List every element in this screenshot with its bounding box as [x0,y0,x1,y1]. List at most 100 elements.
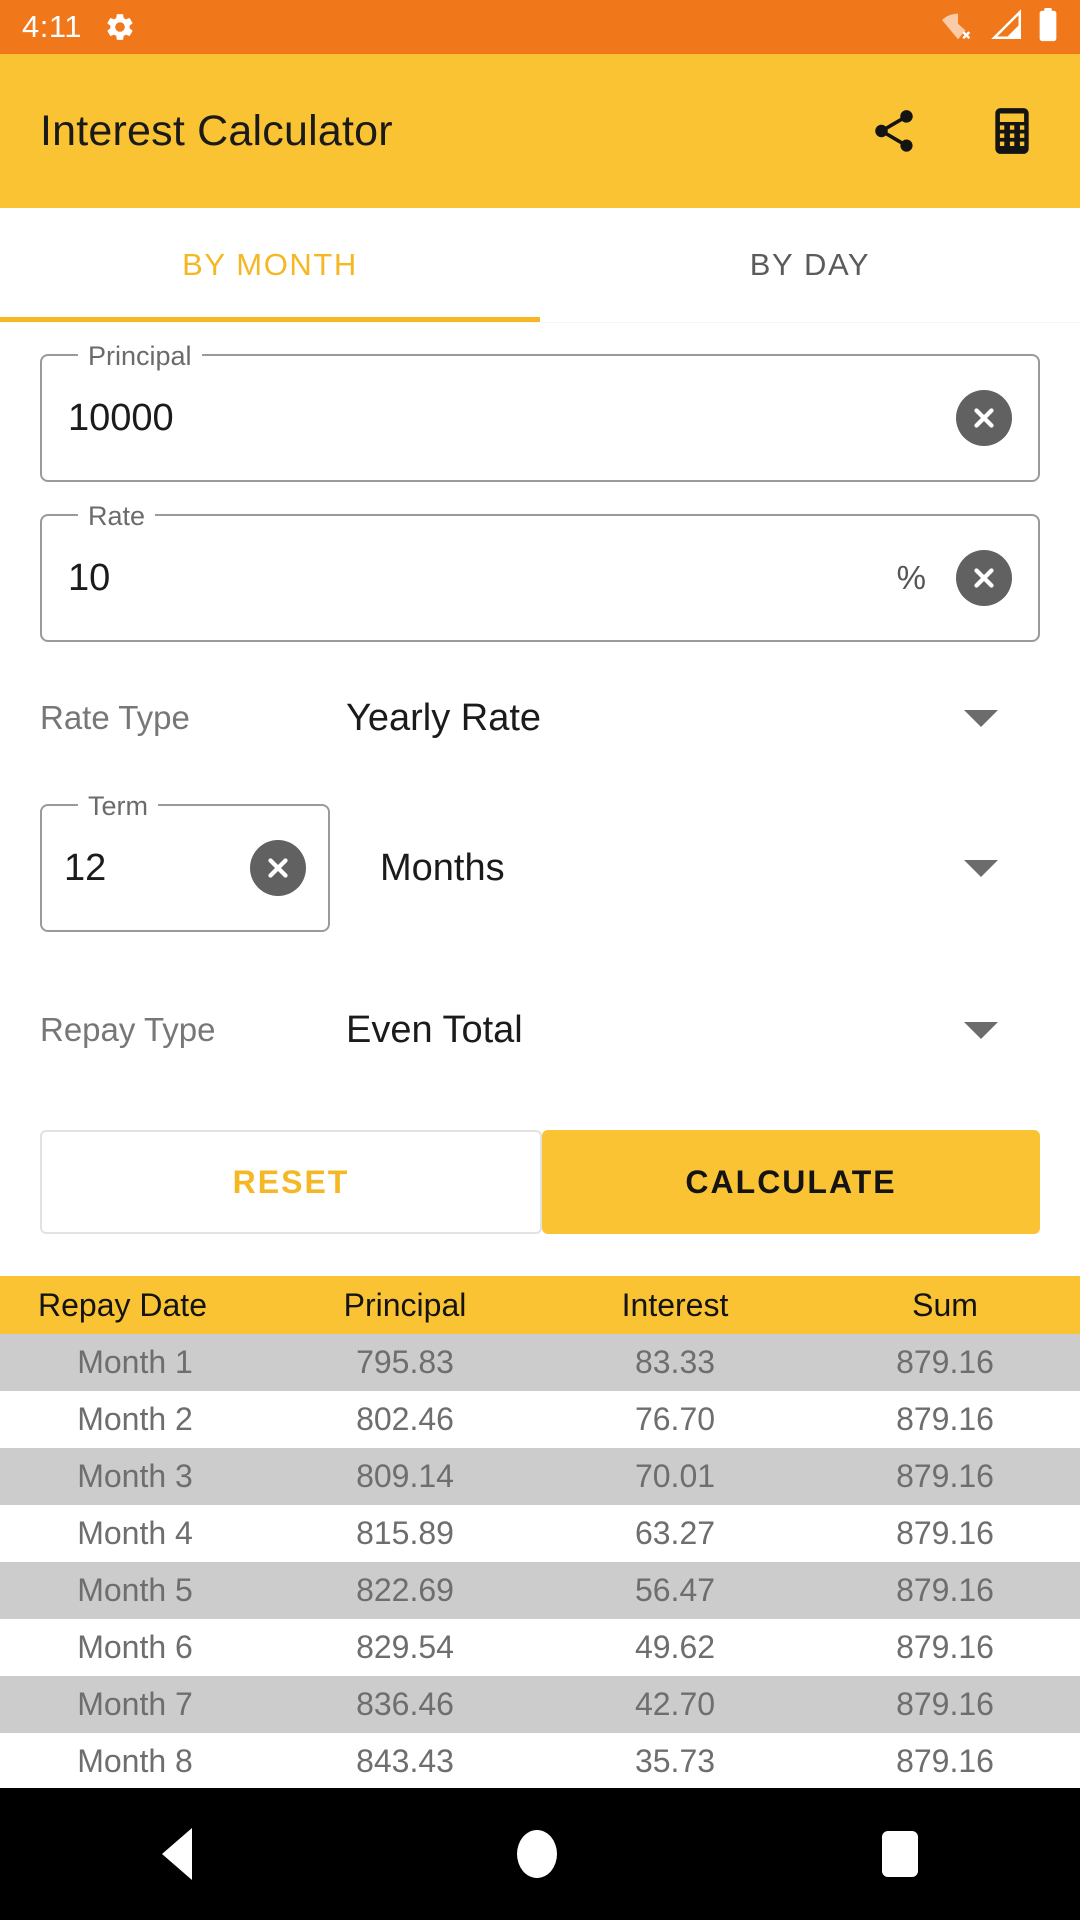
cell-principal: 802.46 [356,1401,454,1437]
tab-by-month[interactable]: BY MONTH [0,208,540,322]
cell-principal: 822.69 [356,1572,454,1608]
principal-value: 10000 [68,396,174,439]
cell-interest: 63.27 [634,1515,716,1551]
cell-repay-date: Month 6 [77,1629,193,1665]
table-header-row: Repay Date Principal Interest Sum [0,1276,1080,1334]
cell-principal: 843.43 [356,1743,454,1779]
gear-icon [104,11,136,43]
term-label: Term [78,791,158,821]
tab-by-month-label: BY MONTH [182,247,358,282]
cell-repay-date: Month 5 [77,1572,193,1608]
cell-interest: 76.70 [634,1401,716,1437]
cell-principal: 829.54 [356,1629,454,1665]
reset-button-label: RESET [232,1163,350,1200]
cell-sum: 879.16 [896,1743,994,1779]
rate-label: Rate [78,501,156,531]
table-row[interactable]: Month 4 815.89 63.27 879.16 [0,1505,1080,1562]
column-header-interest: Interest [621,1286,729,1323]
cell-principal: 809.14 [356,1458,454,1494]
cell-sum: 879.16 [896,1458,994,1494]
table-row[interactable]: Month 7 836.46 42.70 879.16 [0,1676,1080,1733]
term-value: 12 [64,846,107,889]
cell-sum: 879.16 [896,1515,994,1551]
cell-interest: 56.47 [634,1572,716,1608]
recents-square-icon[interactable] [881,1831,918,1877]
cell-sum: 879.16 [896,1629,994,1665]
column-header-repay-date: Repay Date [38,1286,207,1323]
table-row[interactable]: Month 3 809.14 70.01 879.16 [0,1448,1080,1505]
rate-type-row[interactable]: Rate Type Yearly Rate [40,664,1040,772]
cellular-signal-icon [990,8,1024,46]
reset-button[interactable]: RESET [40,1130,542,1234]
battery-full-icon [1038,7,1058,47]
page-title: Interest Calculator [40,106,393,155]
action-buttons: RESET CALCULATE [40,1130,1040,1234]
table-row[interactable]: Month 2 802.46 76.70 879.16 [0,1391,1080,1448]
clear-icon[interactable] [250,840,306,896]
table-row[interactable]: Month 1 795.83 83.33 879.16 [0,1334,1080,1391]
principal-field[interactable]: Principal 10000 [40,341,1040,482]
cell-repay-date: Month 2 [77,1401,193,1437]
repay-type-value: Even Total [346,1008,523,1051]
calculator-icon[interactable] [984,103,1040,159]
back-triangle-icon[interactable] [162,1828,193,1880]
chevron-down-icon[interactable] [964,859,998,877]
clear-icon[interactable] [956,550,1012,606]
cell-repay-date: Month 1 [77,1344,193,1380]
principal-label: Principal [78,341,202,371]
cell-interest: 35.73 [634,1743,716,1779]
cell-sum: 879.16 [896,1344,994,1380]
term-unit-select[interactable]: Months [330,782,1040,954]
status-time: 4:11 [22,9,83,44]
column-header-sum: Sum [912,1286,978,1323]
cell-sum: 879.16 [896,1572,994,1608]
cell-repay-date: Month 4 [77,1515,193,1551]
calculate-button[interactable]: CALCULATE [542,1130,1040,1234]
term-unit-value: Months [380,846,505,889]
tab-by-day-label: BY DAY [749,247,871,282]
cell-principal: 815.89 [356,1515,454,1551]
phone-screen: 4:11 Interest Calculator BY MONTH BY DAY… [0,0,1080,1920]
repay-type-row[interactable]: Repay Type Even Total [40,976,1040,1084]
table-row[interactable]: Month 5 822.69 56.47 879.16 [0,1562,1080,1619]
column-header-principal: Principal [343,1286,467,1323]
tab-bar: BY MONTH BY DAY [0,208,1080,322]
status-bar: 4:11 [0,0,1080,54]
cell-repay-date: Month 3 [77,1458,193,1494]
cell-principal: 795.83 [356,1344,454,1380]
cell-repay-date: Month 8 [77,1743,193,1779]
wifi-off-icon [940,9,976,46]
cell-interest: 70.01 [634,1458,716,1494]
rate-value: 10 [68,556,111,599]
app-bar: Interest Calculator [0,54,1080,208]
calculator-form: Principal 10000 Rate 10 % Rate Type Year… [0,341,1080,1234]
tab-by-day[interactable]: BY DAY [540,208,1080,322]
chevron-down-icon[interactable] [964,1021,998,1039]
repay-type-label: Repay Type [40,1011,216,1048]
rate-field[interactable]: Rate 10 % [40,501,1040,642]
cell-sum: 879.16 [896,1401,994,1437]
cell-repay-date: Month 7 [77,1686,193,1722]
home-circle-icon[interactable] [516,1830,557,1878]
calculate-button-label: CALCULATE [685,1163,897,1200]
repayment-table: Repay Date Principal Interest Sum Month … [0,1276,1080,1790]
cell-sum: 879.16 [896,1686,994,1722]
rate-percent-suffix: % [896,559,926,596]
table-row[interactable]: Month 6 829.54 49.62 879.16 [0,1619,1080,1676]
rate-type-value: Yearly Rate [346,696,542,739]
tab-indicator [0,317,540,322]
cell-interest: 83.33 [634,1344,716,1380]
chevron-down-icon[interactable] [964,709,998,727]
share-icon[interactable] [866,103,922,159]
android-navigation-bar [0,1788,1080,1920]
cell-interest: 42.70 [634,1686,716,1722]
cell-principal: 836.46 [356,1686,454,1722]
term-row: Term 12 Months [40,782,1040,954]
table-row[interactable]: Month 8 843.43 35.73 879.16 [0,1733,1080,1790]
term-field[interactable]: Term 12 [40,791,330,932]
clear-icon[interactable] [956,390,1012,446]
cell-interest: 49.62 [634,1629,716,1665]
rate-type-label: Rate Type [40,699,190,736]
status-icons [940,7,1058,47]
app-bar-actions [866,103,1040,159]
